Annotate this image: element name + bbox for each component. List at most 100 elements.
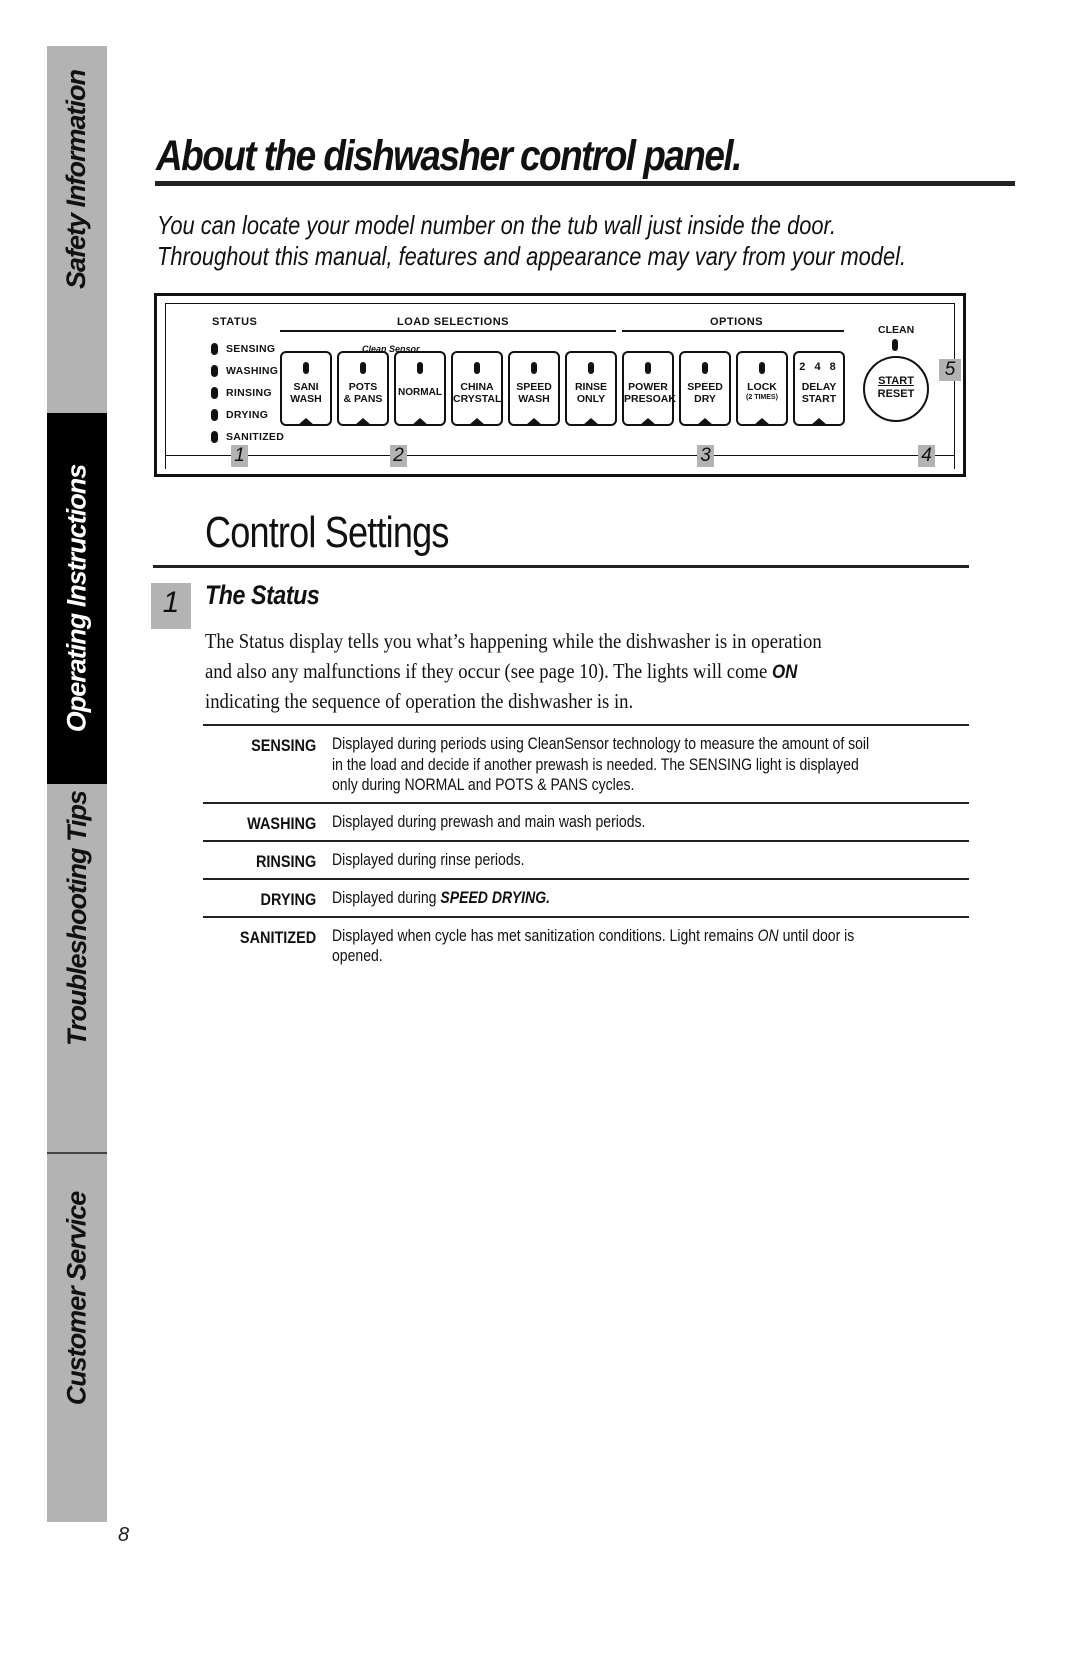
clean-label: CLEAN [878,324,915,336]
button-label: SANI WASH [290,381,322,405]
section-sidebar: Safety Information Operating Instruction… [47,46,107,1522]
arrow-up-icon [355,418,371,425]
body-line: indicating the sequence of operation the… [205,689,634,713]
definition-row-sensing: SENSING Displayed during periods using C… [203,724,969,802]
delay-start-button[interactable]: 2 4 8 DELAY START [793,351,845,426]
load-selections-rule [280,330,616,332]
start-reset-button[interactable]: START RESET [863,356,929,422]
status-label: SANITIZED [226,431,285,443]
intro-text: You can locate your model number on the … [157,210,906,272]
tab-operating-instructions[interactable]: Operating Instructions [47,413,107,784]
status-label: SENSING [226,343,276,355]
speed-dry-button[interactable]: SPEED DRY [679,351,731,426]
china-crystal-button[interactable]: CHINA CRYSTAL [451,351,503,426]
speed-wash-button[interactable]: SPEED WASH [508,351,560,426]
body-line: and also any malfunctions if they occur … [205,658,798,683]
tab-label: Safety Information [61,69,92,290]
page-number: 8 [118,1524,130,1546]
led-icon [211,365,218,377]
status-light-sensing: SENSING [211,338,284,360]
led-icon [417,362,423,374]
status-lights: SENSING WASHING RINSING DRYING SANITIZED [211,338,284,448]
definition-row-rinsing: RINSING Displayed during rinse periods. [203,839,969,878]
led-icon [759,362,765,374]
led-icon [360,362,366,374]
arrow-up-icon [298,418,314,425]
on-emphasis: ON [771,661,798,683]
definition-row-drying: DRYING Displayed during SPEED DRYING. [203,877,969,916]
start-label: START [878,375,914,387]
section-number-badge: 1 [151,583,191,629]
definition-description: Displayed when cycle has met sanitizatio… [332,926,855,966]
status-description: The Status display tells you what’s happ… [205,627,1006,717]
definition-row-washing: WASHING Displayed during prewash and mai… [203,801,969,840]
sani-wash-button[interactable]: SANI WASH [280,351,332,426]
status-light-washing: WASHING [211,360,284,382]
tab-safety-information[interactable]: Safety Information [47,46,107,413]
status-definitions-table: SENSING Displayed during periods using C… [203,724,969,973]
button-label: POWER PRESOAK [624,381,676,405]
section-title: The Status [205,580,320,610]
arrow-up-icon [811,418,827,425]
control-settings-heading: Control Settings [205,508,449,557]
led-icon [702,362,708,374]
led-icon [474,362,480,374]
definition-term: DRYING [260,889,317,909]
options-title: OPTIONS [710,316,764,328]
arrow-up-icon [583,418,599,425]
led-icon [211,343,218,355]
intro-line: You can locate your model number on the … [157,210,837,240]
definition-description: Displayed during prewash and main wash p… [332,812,646,831]
tab-label: Troubleshooting Tips [61,790,92,1046]
load-selections-title: LOAD SELECTIONS [397,316,510,328]
led-icon [645,362,651,374]
definition-row-sanitized: SANITIZED Displayed when cycle has met s… [203,915,969,973]
tab-label: Customer Service [61,1191,92,1405]
arrow-up-icon [469,418,485,425]
intro-line: Throughout this manual, features and app… [157,241,907,271]
arrow-up-icon [754,418,770,425]
arrow-up-icon [697,418,713,425]
button-label: SPEED WASH [516,381,552,405]
callout-3: 3 [697,445,714,467]
definition-term: SANITIZED [239,927,317,947]
lock-button[interactable]: LOCK (2 TIMES) [736,351,788,426]
led-icon [303,362,309,374]
callout-1: 1 [231,445,248,467]
definition-description: Displayed during SPEED DRYING. [332,888,551,907]
led-icon [211,431,218,443]
tab-label: Operating Instructions [61,464,92,733]
arrow-up-icon [640,418,656,425]
button-label: CHINA CRYSTAL [453,381,502,405]
status-light-drying: DRYING [211,404,284,426]
page-title: About the dishwasher control panel. [156,132,742,180]
button-label: POTS & PANS [343,381,383,405]
tab-troubleshooting-tips[interactable]: Troubleshooting Tips [47,784,107,1152]
normal-button[interactable]: NORMAL [394,351,446,426]
callout-2: 2 [390,445,407,467]
callout-line [166,455,954,456]
button-label: NORMAL [398,387,442,398]
definition-description: Displayed during periods using CleanSens… [332,735,870,794]
control-settings-divider [153,565,969,568]
pots-pans-button[interactable]: POTS & PANS [337,351,389,426]
definition-term: WASHING [247,813,317,833]
rinse-only-button[interactable]: RINSE ONLY [565,351,617,426]
delay-hours: 2 4 8 [799,361,839,373]
callout-5: 5 [939,359,961,381]
status-label: RINSING [226,387,272,399]
power-presoak-button[interactable]: POWER PRESOAK [622,351,676,426]
reset-label: RESET [877,388,915,400]
definition-description: Displayed during rinse periods. [332,850,525,869]
title-divider [155,181,1015,186]
led-icon [211,409,218,421]
callout-4: 4 [918,445,935,467]
button-label: DELAY START [801,381,837,405]
tab-customer-service[interactable]: Customer Service [47,1154,107,1522]
status-label: WASHING [226,365,279,377]
status-light-rinsing: RINSING [211,382,284,404]
options-rule [622,330,844,332]
body-line: The Status display tells you what’s happ… [205,629,822,653]
clean-led-icon [892,339,898,351]
button-label: LOCK (2 TIMES) [746,381,778,401]
